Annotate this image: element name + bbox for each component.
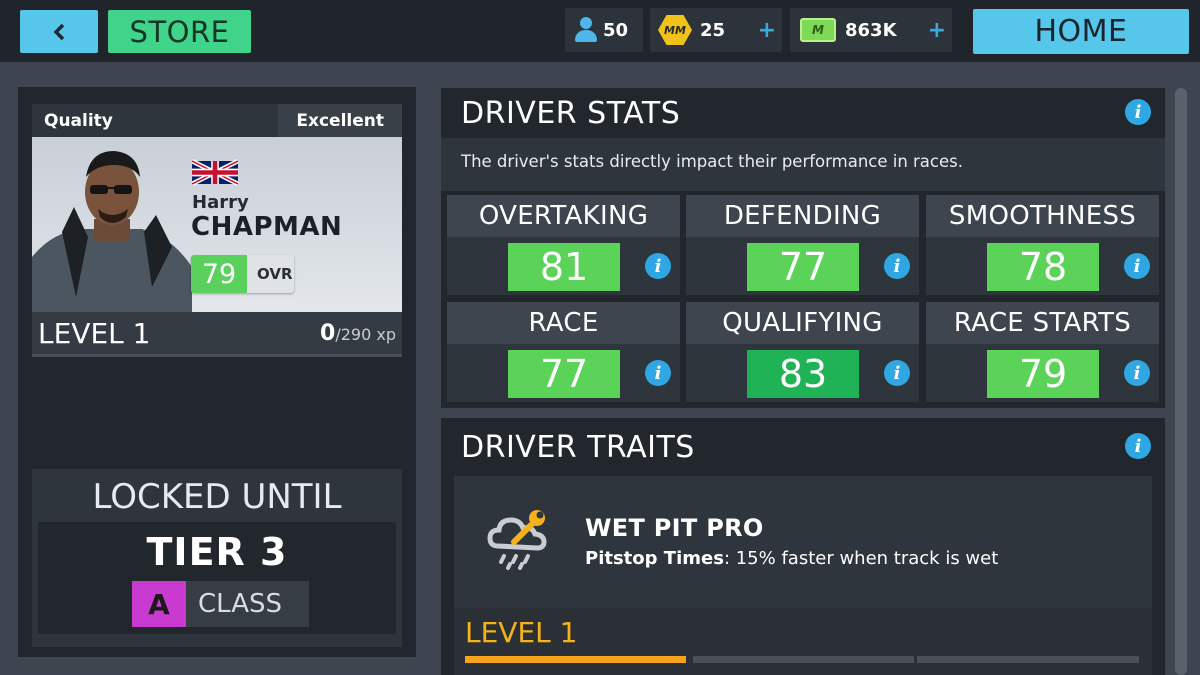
- ovr-value: 79: [191, 255, 247, 293]
- stat-info-icon[interactable]: i: [1124, 253, 1150, 279]
- driver-level: LEVEL 1: [38, 316, 151, 350]
- class-word: CLASS: [198, 589, 283, 619]
- driver-card-panel: Quality Excellent Harry CHAPMAN 79 OVR L…: [18, 87, 416, 657]
- stat-race-starts: RACE STARTS 79 i: [926, 302, 1159, 402]
- stat-value: 77: [747, 243, 859, 291]
- tokens-count: 25: [700, 19, 726, 41]
- driver-last-name: CHAPMAN: [191, 212, 343, 242]
- stat-value: 79: [987, 350, 1099, 398]
- trait-level-bar: LEVEL 1: [454, 608, 1152, 675]
- driver-first-name: Harry: [192, 192, 249, 213]
- stat-value: 77: [508, 350, 620, 398]
- stat-info-icon[interactable]: i: [1124, 360, 1150, 386]
- stat-name: SMOOTHNESS: [926, 195, 1159, 237]
- lock-requirement: TIER 3 A CLASS: [38, 522, 396, 634]
- stat-info-icon[interactable]: i: [645, 360, 671, 386]
- stat-smoothness: SMOOTHNESS 78 i: [926, 195, 1159, 295]
- stat-value: 78: [987, 243, 1099, 291]
- driver-traits-panel: DRIVER TRAITS i WET PIT PRO Pitstop Time…: [441, 418, 1165, 675]
- trait-progress-segment: [693, 656, 914, 663]
- tokens-counter[interactable]: MM 25 +: [650, 8, 782, 52]
- top-bar: STORE 50 MM 25 + M 863K + HOME: [0, 0, 1200, 62]
- driver-xp: 0/290 xp: [320, 321, 402, 346]
- token-icon: MM: [658, 15, 692, 45]
- uk-flag-icon: [192, 158, 238, 187]
- stat-name: RACE: [447, 302, 680, 344]
- stat-value: 83: [747, 350, 859, 398]
- driver-icon: [575, 17, 597, 43]
- xp-total: /290 xp: [335, 324, 396, 344]
- scrollbar[interactable]: [1175, 88, 1187, 675]
- driver-stats-panel: DRIVER STATS i The driver's stats direct…: [441, 88, 1165, 408]
- locked-until-title: LOCKED UNTIL: [92, 477, 342, 517]
- stat-name: DEFENDING: [686, 195, 919, 237]
- driver-portrait: Harry CHAPMAN 79 OVR: [32, 137, 402, 312]
- drivers-count: 50: [603, 19, 629, 41]
- stat-overtaking: OVERTAKING 81 i: [447, 195, 680, 295]
- stat-info-icon[interactable]: i: [884, 360, 910, 386]
- quality-row: Quality Excellent: [32, 104, 402, 137]
- stat-name: QUALIFYING: [686, 302, 919, 344]
- drivers-counter: 50: [565, 8, 643, 52]
- stat-name: OVERTAKING: [447, 195, 680, 237]
- stat-info-icon[interactable]: i: [645, 253, 671, 279]
- driver-traits-title: DRIVER TRAITS: [461, 430, 695, 465]
- trait-card[interactable]: WET PIT PRO Pitstop Times: 15% faster wh…: [454, 476, 1152, 608]
- traits-info-icon[interactable]: i: [1125, 433, 1151, 459]
- quality-label: Quality: [44, 110, 113, 131]
- stats-description: The driver's stats directly impact their…: [461, 152, 963, 171]
- back-button[interactable]: [20, 10, 98, 53]
- stat-race: RACE 77 i: [447, 302, 680, 402]
- trait-desc-key: Pitstop Times: [585, 548, 724, 569]
- add-tokens-icon[interactable]: +: [758, 18, 776, 43]
- driver-stats-title: DRIVER STATS: [461, 96, 681, 131]
- stat-info-icon[interactable]: i: [884, 253, 910, 279]
- add-cash-icon[interactable]: +: [928, 18, 946, 43]
- stats-info-icon[interactable]: i: [1125, 99, 1151, 125]
- trait-progress-segment: [917, 656, 1139, 663]
- stat-value: 81: [508, 243, 620, 291]
- wet-weather-wrench-icon: [487, 510, 547, 570]
- ovr-label: OVR: [257, 265, 293, 283]
- chevron-left-icon: [53, 23, 65, 40]
- driver-avatar: [32, 151, 192, 312]
- trait-description: Pitstop Times: 15% faster when track is …: [585, 548, 998, 569]
- cash-amount: 863K: [845, 19, 897, 41]
- stat-defending: DEFENDING 77 i: [686, 195, 919, 295]
- cash-counter[interactable]: M 863K +: [790, 8, 952, 52]
- stat-name: RACE STARTS: [926, 302, 1159, 344]
- home-button[interactable]: HOME: [973, 9, 1189, 54]
- class-badge: A CLASS: [132, 581, 309, 627]
- driver-level-row: LEVEL 1 0/290 xp: [32, 312, 402, 357]
- trait-desc-value: : 15% faster when track is wet: [723, 548, 999, 569]
- overall-rating: 79 OVR: [191, 255, 294, 293]
- quality-value: Excellent: [278, 104, 402, 137]
- stats-description-bar: The driver's stats directly impact their…: [441, 138, 1165, 191]
- store-button[interactable]: STORE: [108, 10, 251, 53]
- class-letter: A: [132, 581, 186, 627]
- trait-name: WET PIT PRO: [585, 514, 764, 542]
- trait-level: LEVEL 1: [465, 616, 578, 649]
- locked-until-box: LOCKED UNTIL TIER 3 A CLASS: [32, 469, 402, 647]
- tier-requirement: TIER 3: [146, 530, 288, 574]
- stat-qualifying: QUALIFYING 83 i: [686, 302, 919, 402]
- cash-icon: M: [800, 18, 836, 42]
- trait-progress-segment: [465, 656, 686, 663]
- xp-current: 0: [320, 320, 336, 346]
